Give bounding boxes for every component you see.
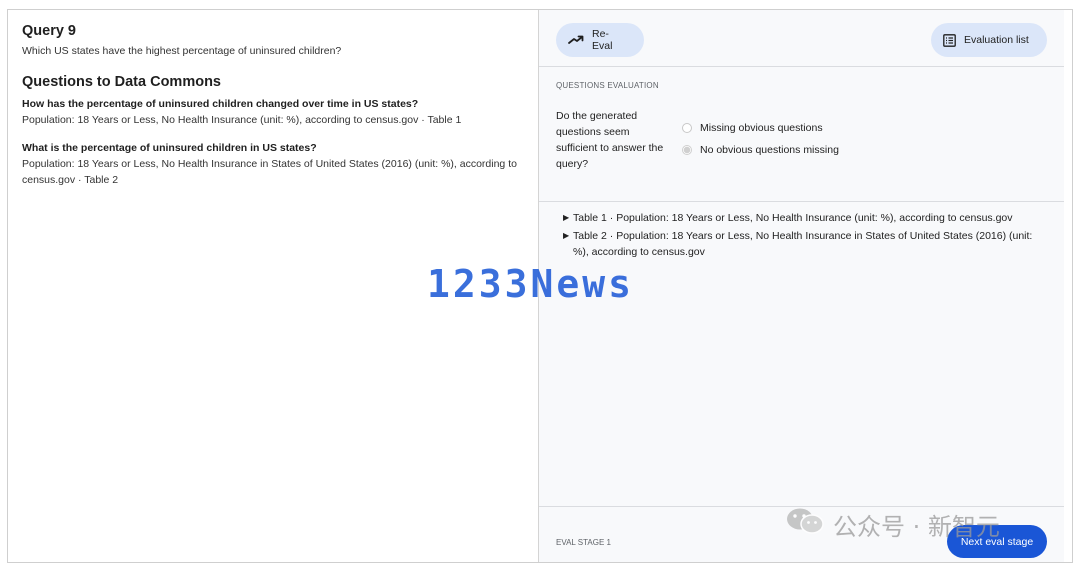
evaluation-toolbar: Re-Eval Evaluation list xyxy=(539,10,1064,67)
tables-list: ▶ Table 1 · Population: 18 Years or Less… xyxy=(539,203,1064,262)
query-title: Query 9 xyxy=(22,23,76,39)
data-commons-heading: Questions to Data Commons xyxy=(22,74,221,90)
list-icon xyxy=(943,33,956,47)
table-label: Table 2 · Population: 18 Years or Less, … xyxy=(573,230,1033,258)
data-commons-question: How has the percentage of uninsured chil… xyxy=(22,98,419,110)
watermark-badge-text: 公众号 · 新智元 xyxy=(833,512,1000,541)
eval-stage-label: EVAL STAGE 1 xyxy=(556,538,611,547)
questions-evaluation-section: QUESTIONS EVALUATION Do the generated qu… xyxy=(539,68,1064,202)
evaluation-question: Do the generated questions seem sufficie… xyxy=(556,110,664,170)
table-expander[interactable]: ▶ Table 2 · Population: 18 Years or Less… xyxy=(563,228,1044,260)
table-expander[interactable]: ▶ Table 1 · Population: 18 Years or Less… xyxy=(563,210,1044,226)
questions-evaluation-label: QUESTIONS EVALUATION xyxy=(556,81,659,90)
trending-arrow-icon xyxy=(568,34,584,46)
option-label: No obvious questions missing xyxy=(700,144,839,156)
evaluation-list-button[interactable]: Evaluation list xyxy=(931,23,1047,57)
data-commons-question: What is the percentage of uninsured chil… xyxy=(22,142,317,154)
query-text: Which US states have the highest percent… xyxy=(22,45,342,57)
option-no-obvious-questions-missing[interactable]: No obvious questions missing xyxy=(682,142,839,158)
evaluation-options: Missing obvious questions No obvious que… xyxy=(682,120,839,164)
re-eval-button[interactable]: Re-Eval xyxy=(556,23,644,57)
wechat-icon xyxy=(785,506,825,542)
data-commons-question-item: How has the percentage of uninsured chil… xyxy=(22,97,524,128)
option-label: Missing obvious questions xyxy=(700,122,823,134)
table-label: Table 1 · Population: 18 Years or Less, … xyxy=(573,212,1013,224)
watermark-badge: 公众号 · 新智元 xyxy=(785,506,1000,542)
radio-button-selected[interactable] xyxy=(682,145,692,155)
option-missing-obvious-questions[interactable]: Missing obvious questions xyxy=(682,120,839,136)
watermark-text: 1233News xyxy=(427,262,635,306)
caret-right-icon: ▶ xyxy=(563,231,570,240)
data-commons-question-item: What is the percentage of uninsured chil… xyxy=(22,141,524,188)
re-eval-label: Re-Eval xyxy=(592,28,613,52)
evaluation-list-label: Evaluation list xyxy=(964,34,1029,46)
data-commons-source: Population: 18 Years or Less, No Health … xyxy=(22,158,517,186)
caret-right-icon: ▶ xyxy=(563,213,570,222)
data-commons-source: Population: 18 Years or Less, No Health … xyxy=(22,114,462,126)
radio-button[interactable] xyxy=(682,123,692,133)
